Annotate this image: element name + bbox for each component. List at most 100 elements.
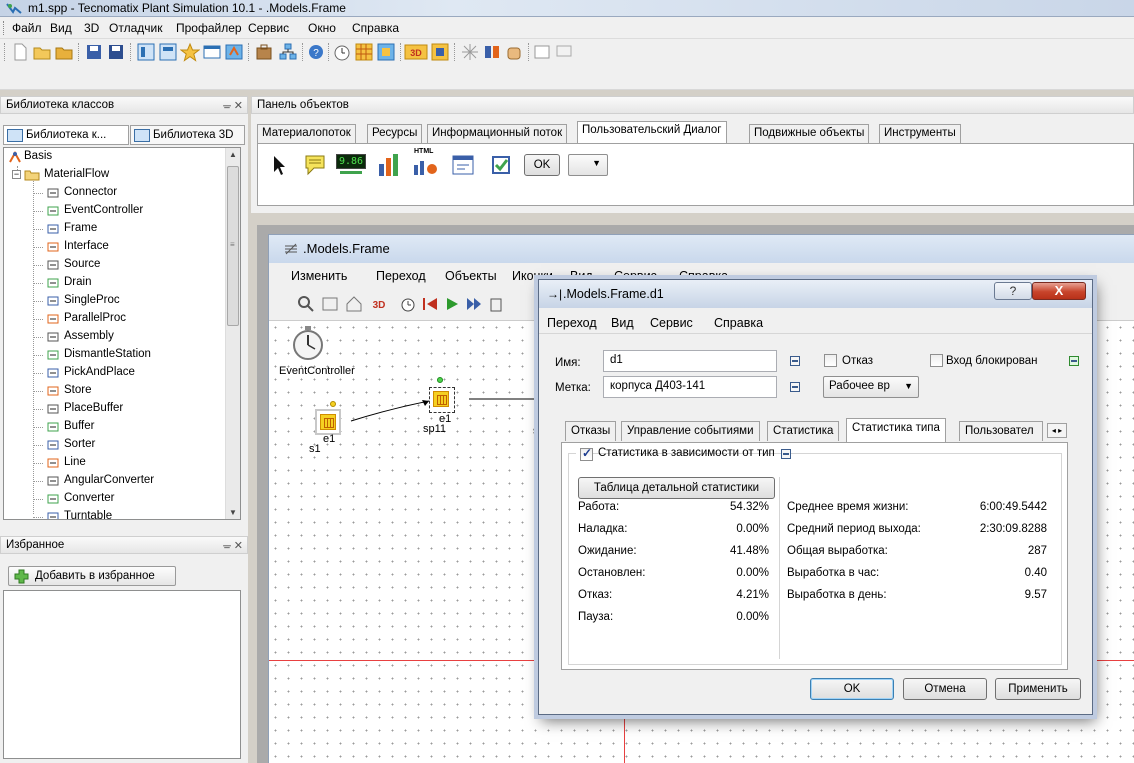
favorites-list[interactable] [3,590,241,759]
tag-input[interactable]: корпуса Д403-141 [603,376,777,398]
entry-locked-checkbox[interactable] [930,354,943,367]
toolbar-grip[interactable] [4,43,5,61]
type-statistics-checkbox[interactable] [580,446,593,461]
reset-icon[interactable] [421,295,439,313]
trash-icon[interactable] [489,295,503,313]
menu-service[interactable]: Сервис [248,21,289,35]
menu-debugger[interactable]: Отладчик [109,21,162,35]
pin-close-icon[interactable]: ᚚ ✕ [223,99,243,112]
collapse-toggle[interactable]: − [12,170,21,179]
detail-statistics-table-button[interactable]: Таблица детальной статистики [578,477,775,499]
tab-library-3d[interactable]: Библиотека 3D [130,125,245,145]
open-folder-icon[interactable] [32,42,52,62]
checkbox-item-icon[interactable] [486,150,516,180]
tree-scrollbar[interactable]: ▲ ≡ ▼ [225,148,240,519]
grid-yellow-icon[interactable] [354,42,374,62]
tab-user-dialog[interactable]: Пользовательский Диалог [577,121,727,144]
zoom-icon[interactable] [297,295,315,313]
event-controller-stopwatch-icon[interactable] [291,325,325,361]
frame-titlebar[interactable]: .Models.Frame [269,235,1134,263]
favorites-pin-close-icon[interactable]: ᚚ ✕ [223,539,243,552]
menu-file[interactable]: Файл [12,21,42,35]
tab-event-control[interactable]: Управление событиями [621,421,760,441]
network-icon[interactable] [278,42,298,62]
dialog-menu-service[interactable]: Сервис [650,316,693,330]
dialog-window-icon[interactable] [448,150,478,180]
tab-mobile-objects[interactable]: Подвижные объекты [749,124,870,143]
event-controller-clock-icon[interactable] [332,42,352,62]
menu-profiler[interactable]: Профайлер [176,21,242,35]
digital-display-item[interactable]: 9.86 [336,152,366,176]
menu-view[interactable]: Вид [50,21,72,35]
entry-locked-inherit-icon[interactable] [1069,356,1079,366]
tab-information-flow[interactable]: Информационный поток [427,124,568,143]
type-statistics-inherit-icon[interactable] [781,449,791,459]
open-folder-2-icon[interactable] [54,42,74,62]
event-clock-icon[interactable] [399,295,417,313]
library-3d-icon[interactable] [158,42,178,62]
fast-forward-icon[interactable] [465,295,483,313]
ok-button[interactable]: OK [810,678,894,700]
name-input[interactable]: d1 [603,350,777,372]
tools-icon[interactable] [482,42,502,62]
tab-class-library[interactable]: Библиотека к... [3,125,129,145]
3d-grid-icon[interactable] [430,42,450,62]
bar-chart-icon[interactable] [374,150,404,180]
tab-material-flow[interactable]: Материалопоток [257,124,356,143]
dialog-menu-view[interactable]: Вид [611,316,634,330]
pointer-arrow-icon[interactable] [264,150,294,180]
dialog-titlebar[interactable]: →| .Models.Frame.d1 ? X [539,280,1092,308]
tab-tools[interactable]: Инструменты [879,124,961,143]
tab-type-statistics[interactable]: Статистика типа [846,418,946,442]
html-chart-item[interactable]: HTML [410,148,440,178]
frame-menu-objects[interactable]: Объекты [445,269,497,283]
tab-scroll-arrows-icon[interactable]: ◂ ▸ [1047,423,1067,438]
tab-statistics[interactable]: Статистика [767,421,840,441]
menu-window[interactable]: Окно [308,21,336,35]
dialog-menu-navigate[interactable]: Переход [547,316,597,330]
work-time-dropdown[interactable]: Рабочее вр ▼ [823,376,919,398]
hand-icon[interactable] [504,42,524,62]
play-icon[interactable] [443,295,461,313]
tab-failures[interactable]: Отказы [565,421,617,441]
snowflake-icon[interactable] [460,42,480,62]
tag-inherit-icon[interactable] [790,382,800,392]
name-inherit-icon[interactable] [790,356,800,366]
add-to-favorites-button[interactable]: Добавить в избранное [8,566,176,586]
save-all-icon[interactable] [106,42,126,62]
ok-button-item[interactable]: OK [524,154,560,176]
frame-3d-icon[interactable]: 3D [367,295,391,313]
favorites-star-icon[interactable] [180,42,200,62]
monitor-icon[interactable] [554,42,574,62]
home-icon[interactable] [345,295,363,313]
window-icon[interactable] [532,42,552,62]
menu-3d[interactable]: 3D [84,21,99,35]
tab-resources[interactable]: Ресурсы [367,124,423,143]
help-button[interactable]: ? [994,282,1032,300]
frame-menu-navigate[interactable]: Переход [376,269,426,283]
dropdown-item[interactable]: ▼ [568,154,608,176]
menubar-grip[interactable] [3,21,6,35]
singleproc-sp11-node[interactable] [429,387,455,413]
source-s1-node[interactable] [315,409,341,435]
console-icon[interactable] [224,42,244,62]
dialog-menu-help[interactable]: Справка [714,316,763,330]
fit-window-icon[interactable] [321,295,339,313]
grid-blue-icon[interactable] [376,42,396,62]
scroll-down-icon[interactable]: ▼ [229,508,237,517]
close-button[interactable]: X [1032,282,1086,300]
help-circle-icon[interactable]: ? [306,42,326,62]
scroll-up-icon[interactable]: ▲ [229,150,237,159]
frame-menu-edit[interactable]: Изменить [291,269,347,283]
cancel-button[interactable]: Отмена [903,678,987,700]
apply-button[interactable]: Применить [995,678,1081,700]
save-icon[interactable] [84,42,104,62]
comment-icon[interactable] [300,150,330,180]
object-panel-icon[interactable] [202,42,222,62]
tab-user[interactable]: Пользовател [959,421,1043,441]
menu-help[interactable]: Справка [352,21,399,35]
3d-view-icon[interactable]: 3D [404,42,428,62]
failure-checkbox[interactable] [824,354,837,367]
new-file-icon[interactable] [10,42,30,62]
toolbox-icon[interactable] [254,42,274,62]
